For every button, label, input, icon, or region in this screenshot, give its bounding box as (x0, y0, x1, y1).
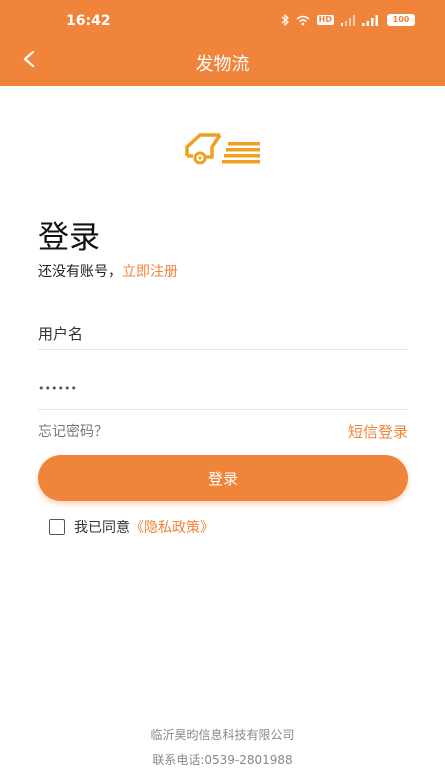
bluetooth-icon (281, 14, 289, 26)
footer-phone: 联系电话:0539-2801988 (152, 753, 293, 767)
status-time: 16:42 (66, 13, 111, 29)
register-link[interactable]: 立即注册 (122, 264, 178, 280)
status-icons: HD 100 (281, 14, 415, 26)
truck-logo-icon (184, 130, 264, 168)
no-account-text: 还没有账号， (38, 264, 122, 280)
signal-icon (341, 14, 355, 26)
hd-badge: HD (316, 15, 334, 25)
username-input[interactable] (38, 320, 408, 348)
sms-login-link[interactable]: 短信登录 (348, 421, 408, 442)
agree-text: 我已同意 (74, 520, 130, 536)
agreement-row: 我已同意 《隐私政策》 (49, 517, 214, 537)
password-field: •••••• (38, 380, 408, 410)
forgot-password-link[interactable]: 忘记密码？ (38, 421, 108, 441)
login-button[interactable]: 登录 (38, 455, 408, 501)
status-bar: 16:42 HD 100 (0, 0, 445, 40)
agree-checkbox[interactable] (49, 519, 65, 535)
privacy-policy-link[interactable]: 《隐私政策》 (130, 517, 214, 537)
login-heading: 登录 (38, 220, 100, 256)
battery-icon: 100 (387, 14, 415, 26)
footer-company: 临沂昊昀信息科技有限公司 (150, 728, 295, 742)
signal-icon (362, 14, 380, 26)
username-field (38, 320, 408, 350)
page-title: 发物流 (195, 54, 250, 75)
app-header: 16:42 HD 100 发物流 (0, 0, 445, 86)
password-input[interactable] (38, 380, 408, 408)
register-prompt: 还没有账号，立即注册 (38, 261, 178, 281)
wifi-icon (296, 15, 310, 26)
